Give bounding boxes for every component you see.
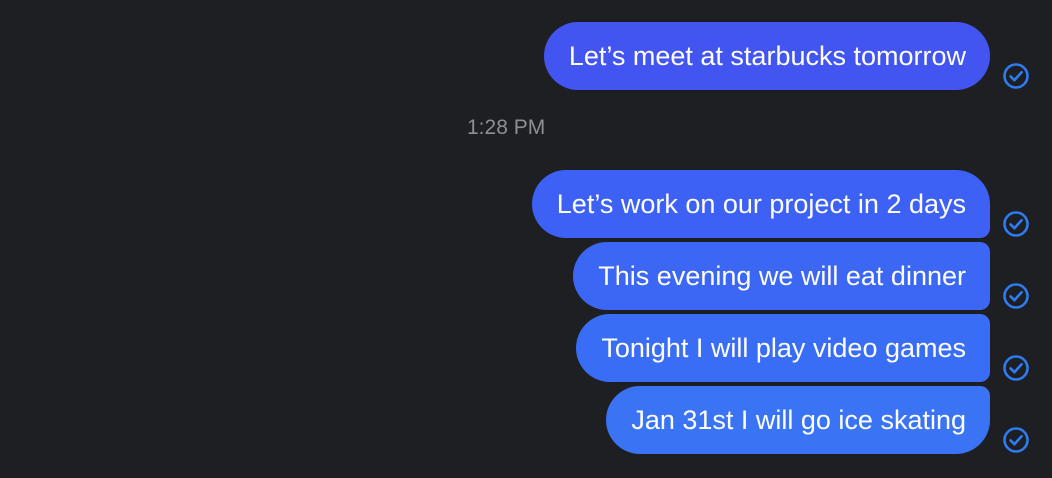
message-row: Let’s meet at starbucks tomorrow <box>543 22 990 90</box>
message-bubble[interactable]: Let’s work on our project in 2 days <box>531 170 990 238</box>
check-circle-icon <box>1003 427 1029 453</box>
message-row: Tonight I will play video games <box>576 314 990 382</box>
message-row: This evening we will eat dinner <box>573 242 990 310</box>
message-bubble[interactable]: Let’s meet at starbucks tomorrow <box>543 22 990 90</box>
message-bubble[interactable]: This evening we will eat dinner <box>573 242 990 310</box>
message-row: Let’s work on our project in 2 days <box>531 170 990 238</box>
message-timestamp: 1:28 PM <box>467 116 546 139</box>
check-circle-icon <box>1003 63 1029 89</box>
message-bubble[interactable]: Tonight I will play video games <box>576 314 990 382</box>
message-bubble[interactable]: Jan 31st I will go ice skating <box>606 386 990 454</box>
message-thread: Let’s meet at starbucks tomorrow 1:28 PM… <box>0 0 1052 478</box>
check-circle-icon <box>1003 283 1029 309</box>
check-circle-icon <box>1003 355 1029 381</box>
message-row: Jan 31st I will go ice skating <box>606 386 990 454</box>
check-circle-icon <box>1003 211 1029 237</box>
